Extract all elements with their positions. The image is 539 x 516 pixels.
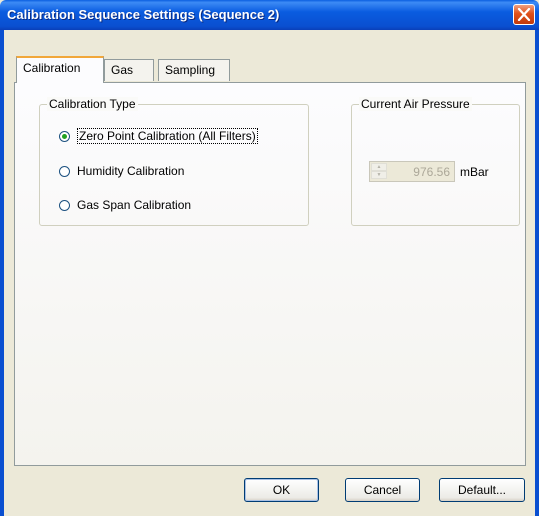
radio-humidity-label[interactable]: Humidity Calibration [77,164,184,178]
window-title: Calibration Sequence Settings (Sequence … [7,7,280,22]
spinner-up-icon: ▲ [371,163,387,171]
calibration-type-group: Calibration Type Zero Point Calibration … [39,97,309,226]
tab-gas[interactable]: Gas [104,59,154,81]
tab-calibration-label: Calibration [23,61,81,75]
close-icon [517,8,531,21]
ok-button[interactable]: OK [244,478,319,502]
close-button[interactable] [513,4,535,25]
tab-sampling[interactable]: Sampling [158,59,230,81]
tab-calibration[interactable]: Calibration [16,56,104,83]
default-button-label: Default... [457,483,507,497]
window-frame-right [535,30,539,516]
radio-humidity-button[interactable] [59,165,70,177]
spinner-buttons: ▲ ▼ [371,163,387,180]
radio-zero-point-button[interactable] [59,130,70,142]
cancel-button-label: Cancel [363,483,402,497]
title-bar[interactable]: Calibration Sequence Settings (Sequence … [0,0,539,30]
air-pressure-spinner: ▲ ▼ 976.56 [369,161,455,182]
cancel-button[interactable]: Cancel [345,478,420,502]
air-pressure-group: Current Air Pressure ▲ ▼ 976.56 mBar [351,97,520,226]
air-pressure-unit: mBar [460,165,489,179]
air-pressure-title: Current Air Pressure [359,97,472,111]
calibration-type-title: Calibration Type [47,97,138,111]
radio-zero-point-label[interactable]: Zero Point Calibration (All Filters) [77,128,258,144]
spinner-down-icon: ▼ [371,171,387,179]
ok-button-label: OK [272,483,291,497]
tab-panel-calibration: Calibration Type Zero Point Calibration … [14,82,526,466]
radio-gas-span-button[interactable] [59,199,70,211]
default-button[interactable]: Default... [439,478,525,502]
tab-gas-label: Gas [111,63,134,77]
window-frame-left [0,30,4,516]
radio-humidity[interactable]: Humidity Calibration [59,163,184,179]
tab-sampling-label: Sampling [165,63,216,77]
radio-gas-span-label[interactable]: Gas Span Calibration [77,198,191,212]
radio-gas-span[interactable]: Gas Span Calibration [59,197,191,213]
air-pressure-value: 976.56 [413,165,450,179]
radio-zero-point[interactable]: Zero Point Calibration (All Filters) [59,128,258,144]
